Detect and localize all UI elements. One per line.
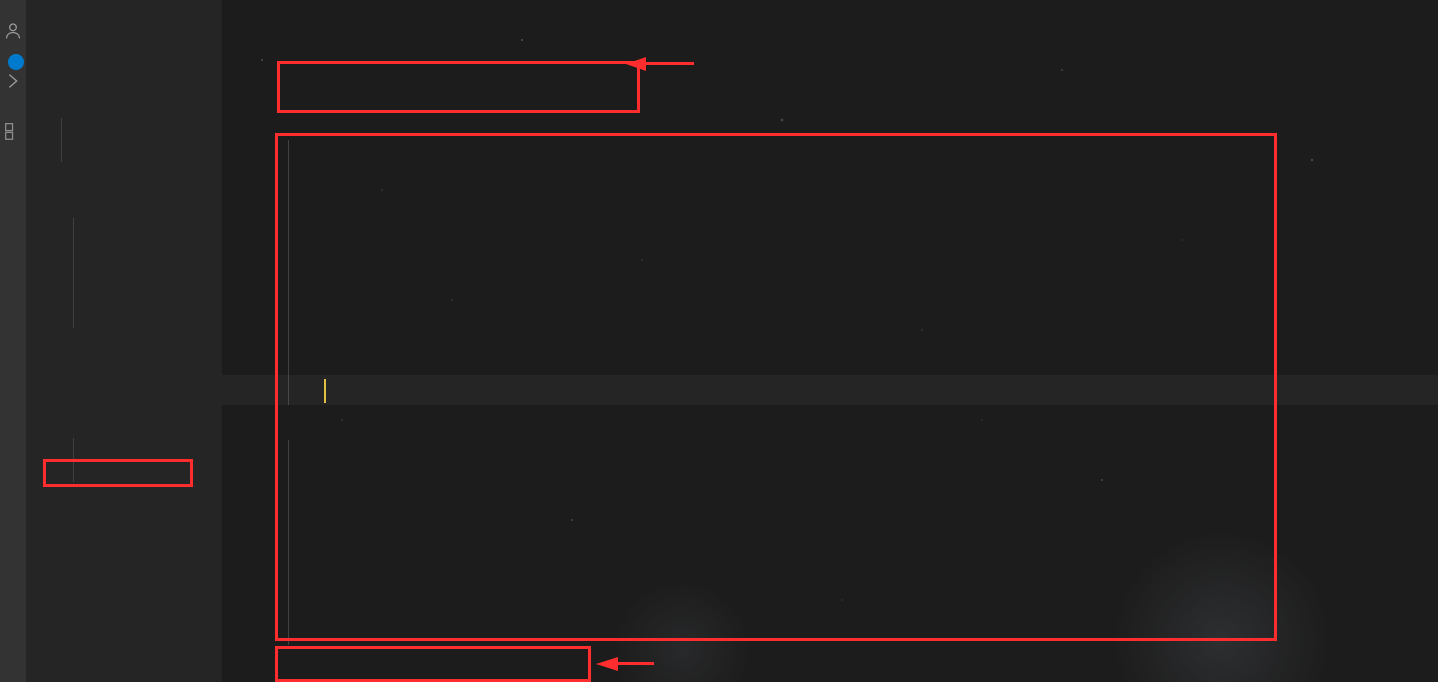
tree-guide — [73, 438, 74, 482]
code-line-62[interactable] — [302, 345, 313, 375]
code-line-68[interactable] — [278, 525, 289, 555]
explorer-sidebar[interactable] — [26, 0, 222, 682]
code-line-57[interactable] — [278, 195, 289, 225]
annotation-arrow-head-export — [596, 655, 618, 677]
code-line-53[interactable] — [278, 75, 311, 105]
tree-guide — [61, 118, 62, 162]
code-editor[interactable] — [222, 0, 1438, 682]
text-cursor — [324, 379, 326, 403]
code-content[interactable] — [278, 0, 1438, 682]
run-icon[interactable] — [0, 70, 26, 92]
code-line-60[interactable] — [278, 285, 289, 315]
annotation-arrow-line-import — [639, 62, 694, 65]
tree-guide — [73, 218, 74, 328]
annotation-arrow-head-import — [626, 55, 646, 77]
vscode-window — [0, 0, 1438, 682]
code-line-67[interactable] — [302, 495, 313, 525]
code-line-65[interactable] — [278, 435, 289, 465]
account-icon[interactable] — [0, 20, 26, 70]
extensions-icon[interactable] — [0, 120, 26, 142]
code-line-59[interactable] — [302, 255, 313, 285]
code-line-55[interactable] — [292, 135, 325, 165]
activity-bar — [0, 0, 26, 682]
code-line-72[interactable] — [286, 645, 308, 675]
indent-guide — [288, 140, 289, 405]
annotation-arrow-line-export — [612, 662, 654, 665]
code-line-70[interactable] — [302, 585, 313, 615]
account-badge — [8, 54, 24, 70]
